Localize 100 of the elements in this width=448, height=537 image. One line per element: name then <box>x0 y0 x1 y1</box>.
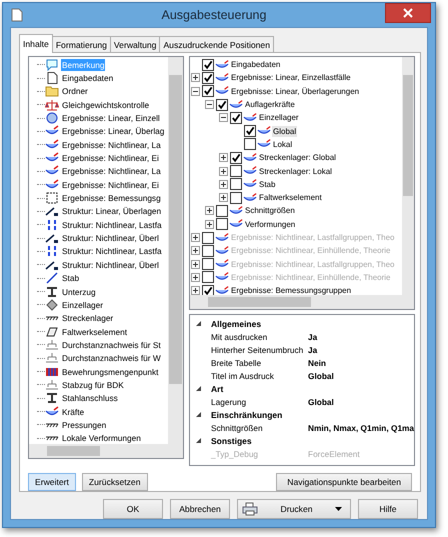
collapse-icon[interactable] <box>195 411 202 418</box>
list-item[interactable]: Stabzug für BDK <box>61 378 125 391</box>
list-item[interactable]: Ordner <box>61 85 89 98</box>
collapse-icon[interactable] <box>219 113 228 122</box>
category-label: Allgemeines <box>211 318 262 328</box>
tree-item[interactable]: Eingabedaten <box>230 59 282 70</box>
list-item[interactable]: Kräfte <box>61 406 86 418</box>
list-item[interactable]: Eingabedaten <box>61 72 114 84</box>
scrollbar[interactable] <box>29 444 183 458</box>
checkbox[interactable] <box>202 58 214 71</box>
collapse-icon[interactable] <box>195 320 202 327</box>
checkbox[interactable] <box>230 112 242 124</box>
expand-icon[interactable] <box>219 153 228 162</box>
tree-item[interactable]: Lokal <box>272 138 294 150</box>
tree-item[interactable]: Auflagerkräfte <box>244 99 296 110</box>
checkbox[interactable] <box>202 85 214 98</box>
list-item[interactable]: Lokale Verformungen <box>61 432 142 444</box>
list-item[interactable]: Stab <box>61 272 80 284</box>
tree-item[interactable]: Verformungen <box>244 218 296 230</box>
checkbox[interactable] <box>216 218 228 230</box>
list-item[interactable]: Ergebnisse: Linear, Überlag <box>61 125 166 138</box>
tree-item[interactable]: Faltwerkselement <box>258 192 323 204</box>
list-item[interactable]: Stahlanschluss <box>61 392 119 404</box>
list-item[interactable]: Struktur: Nichtlinear, Überl <box>61 258 160 271</box>
tab[interactable]: Auszudruckende Positionen <box>159 36 274 52</box>
cancel-button[interactable]: Abbrechen <box>170 499 230 519</box>
collapse-icon[interactable] <box>195 385 202 392</box>
checkbox[interactable] <box>202 72 214 84</box>
property-value[interactable]: Nein <box>308 358 326 368</box>
tree-item[interactable]: Streckenlager: Lokal <box>258 166 333 177</box>
checkbox[interactable] <box>202 284 214 295</box>
checkbox[interactable] <box>230 165 242 178</box>
checkbox[interactable] <box>244 138 256 150</box>
tree-item[interactable]: Schnittgrößen <box>244 205 296 216</box>
tree-item[interactable]: Ergebnisse: Linear, Einzellastfälle <box>230 72 352 84</box>
list-item[interactable]: Durchstanznachweis für W <box>61 352 162 364</box>
checkbox[interactable] <box>230 178 242 190</box>
list-item[interactable]: Unterzug <box>61 286 97 298</box>
tree-item[interactable]: Global <box>272 126 298 137</box>
list-item[interactable]: Ergebnisse: Nichtlinear, La <box>61 165 162 178</box>
tab[interactable]: Inhalte <box>19 34 53 53</box>
ibeam-icon <box>45 392 59 404</box>
document-icon <box>11 8 23 22</box>
list-item[interactable]: Streckenlager <box>61 312 114 324</box>
checkbox[interactable] <box>230 152 242 164</box>
list-item[interactable]: Durchstanznachweis für St <box>61 338 162 351</box>
checkbox[interactable] <box>244 125 256 138</box>
tree-item[interactable]: Ergebnisse: Linear, Überlagerungen <box>230 86 360 97</box>
printer-icon <box>242 502 258 516</box>
edit-button[interactable]: Navigationspunkte bearbeiten <box>276 473 412 491</box>
checkbox[interactable] <box>216 98 228 111</box>
list-item[interactable]: Struktur: Linear, Überlagen <box>61 205 162 218</box>
tree-item[interactable]: Stab <box>258 178 276 190</box>
property-value[interactable]: Global <box>308 396 334 406</box>
list-item[interactable]: Ergebnisse: Linear, Einzell <box>61 112 161 124</box>
tree-item[interactable]: Streckenlager: Global <box>258 152 337 164</box>
property-value[interactable]: Global <box>308 370 334 380</box>
expand-icon[interactable] <box>219 180 228 189</box>
tab[interactable]: Formatierung <box>52 36 111 52</box>
expand-icon[interactable] <box>191 73 200 82</box>
collapse-icon[interactable] <box>205 100 214 110</box>
list-item[interactable]: Einzellager <box>61 298 104 311</box>
expand-icon[interactable] <box>219 193 228 202</box>
property-value[interactable]: Ja <box>308 332 318 342</box>
property-name: Schnittgrößen <box>211 422 264 432</box>
scrollbar[interactable] <box>168 57 183 444</box>
list-item[interactable]: Struktur: Nichtlinear, Lastfa <box>61 245 163 258</box>
list-item[interactable]: Ergebnisse: Nichtlinear, Ei <box>61 152 160 164</box>
toolbar-button[interactable]: Erweitert <box>28 473 76 491</box>
list-item[interactable]: Struktur: Nichtlinear, Lastfa <box>61 218 163 231</box>
line-icon <box>45 205 59 218</box>
expand-icon[interactable] <box>205 206 214 216</box>
expand-icon[interactable] <box>205 220 214 229</box>
scrollbar[interactable] <box>190 295 414 309</box>
expand-icon[interactable] <box>191 286 200 295</box>
scrollbar[interactable] <box>402 57 414 295</box>
list-item[interactable]: Struktur: Nichtlinear, Überl <box>61 232 160 244</box>
property-value[interactable]: Nmin, Nmax, Q1min, Q1ma <box>308 422 414 432</box>
property-value[interactable]: Ja <box>308 344 318 354</box>
ok-button[interactable]: OK <box>103 499 163 519</box>
list-item[interactable]: Ergebnisse: Nichtlinear, Ei <box>61 178 160 191</box>
tab[interactable]: Verwaltung <box>110 36 160 52</box>
toolbar-button[interactable]: Zurücksetzen <box>82 473 148 491</box>
list-item[interactable]: Ergebnisse: Bemessungsg <box>61 192 162 204</box>
checkbox[interactable] <box>230 192 242 204</box>
checkbox[interactable] <box>216 204 228 217</box>
tree-item[interactable]: Ergebnisse: Bemessungsgruppen <box>230 285 352 295</box>
list-item[interactable]: Pressungen <box>61 418 108 431</box>
list-item[interactable]: Gleichgewichtskontrolle <box>61 98 150 111</box>
close-button[interactable] <box>385 3 431 23</box>
list-item[interactable]: Ergebnisse: Nichtlinear, La <box>61 138 162 151</box>
expand-icon[interactable] <box>219 166 228 176</box>
print-button[interactable]: Drucken <box>237 499 351 519</box>
help-button[interactable]: Hilfe <box>358 499 418 519</box>
list-item[interactable]: Faltwerkselement <box>61 326 128 338</box>
list-item[interactable]: Bewehrungsmengenpunkt <box>61 366 160 378</box>
close-icon <box>403 8 413 18</box>
collapse-icon[interactable] <box>191 86 200 96</box>
tree-item[interactable]: Einzellager <box>258 112 300 124</box>
collapse-icon[interactable] <box>195 437 202 444</box>
